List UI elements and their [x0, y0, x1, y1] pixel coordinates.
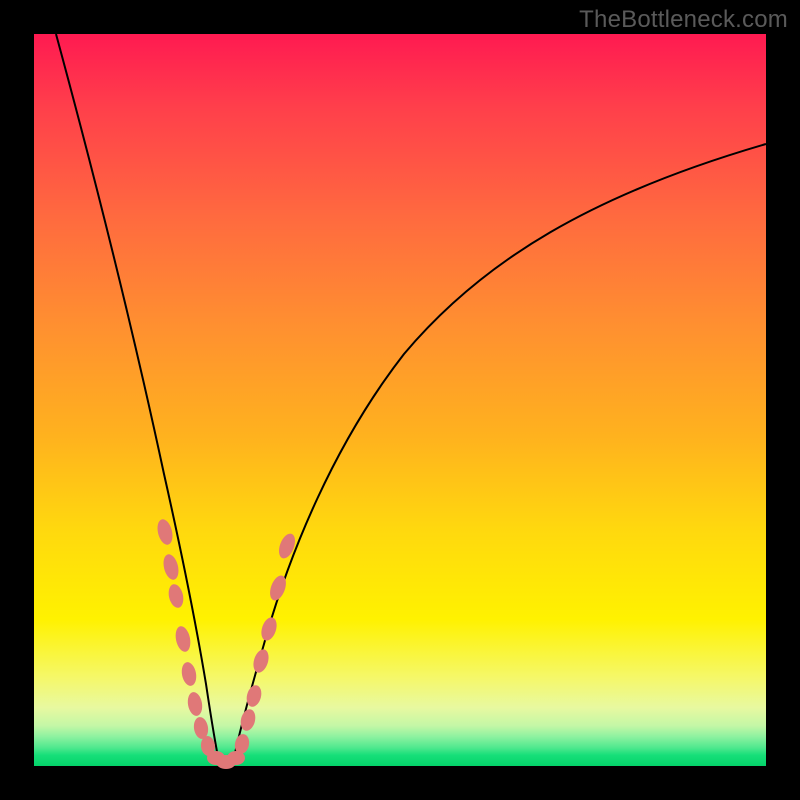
left-curve: [56, 34, 220, 766]
chart-svg: [34, 34, 766, 766]
right-curve: [232, 144, 766, 766]
marker-group: [155, 518, 298, 769]
watermark-text: TheBottleneck.com: [579, 6, 788, 34]
chart-frame: TheBottleneck.com: [0, 0, 800, 800]
plot-area: [34, 34, 766, 766]
